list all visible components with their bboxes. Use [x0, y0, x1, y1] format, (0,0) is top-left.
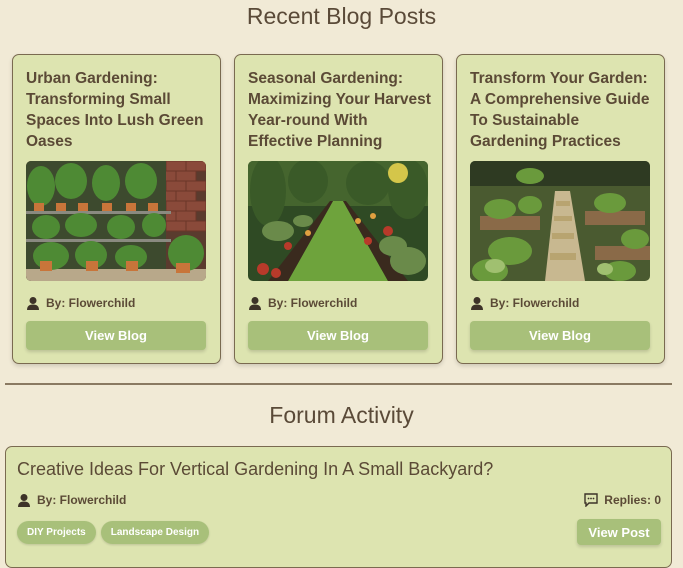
forum-section-title: Forum Activity — [269, 402, 414, 428]
view-blog-button[interactable]: View Blog — [470, 321, 650, 350]
blog-card-title[interactable]: Transform Your Garden: A Comprehensive G… — [470, 68, 655, 152]
tag-landscape-design[interactable]: Landscape Design — [100, 521, 210, 544]
forum-post-replies: Replies: 0 — [584, 493, 661, 508]
forum-post-author: By: Flowerchild — [17, 493, 126, 507]
view-blog-button[interactable]: View Blog — [26, 321, 206, 350]
view-blog-button[interactable]: View Blog — [248, 321, 428, 350]
user-icon — [17, 493, 31, 507]
forum-post-tags: DIY Projects Landscape Design — [17, 521, 210, 544]
blog-card-author-label: By: Flowerchild — [268, 296, 358, 310]
comment-icon — [584, 493, 598, 508]
blog-card-title[interactable]: Urban Gardening: Transforming Small Spac… — [26, 68, 211, 152]
blog-cards: Urban Gardening: Transforming Small Spac… — [12, 54, 677, 364]
blog-card: Urban Gardening: Transforming Small Spac… — [12, 54, 221, 364]
blog-card-author: By: Flowerchild — [248, 295, 357, 311]
user-icon — [470, 296, 484, 310]
blog-card-author-label: By: Flowerchild — [490, 296, 580, 310]
blog-card-author: By: Flowerchild — [26, 295, 135, 311]
forum-post-replies-label: Replies: 0 — [604, 493, 661, 507]
blog-card-author-label: By: Flowerchild — [46, 296, 136, 310]
view-post-button[interactable]: View Post — [577, 519, 661, 545]
blog-card-image[interactable] — [470, 161, 650, 281]
blog-card: Seasonal Gardening: Maximizing Your Harv… — [234, 54, 443, 364]
user-icon — [26, 296, 40, 310]
user-icon — [248, 296, 262, 310]
tag-diy-projects[interactable]: DIY Projects — [17, 521, 96, 544]
blog-card: Transform Your Garden: A Comprehensive G… — [456, 54, 665, 364]
forum-post-author-label: By: Flowerchild — [37, 493, 127, 507]
blog-card-title[interactable]: Seasonal Gardening: Maximizing Your Harv… — [248, 68, 433, 152]
section-divider — [5, 383, 672, 385]
blog-section-title: Recent Blog Posts — [246, 3, 437, 29]
blog-card-image[interactable] — [26, 161, 206, 281]
blog-card-image[interactable] — [248, 161, 428, 281]
blog-card-author: By: Flowerchild — [470, 295, 579, 311]
forum-post-title[interactable]: Creative Ideas For Vertical Gardening In… — [17, 459, 493, 480]
